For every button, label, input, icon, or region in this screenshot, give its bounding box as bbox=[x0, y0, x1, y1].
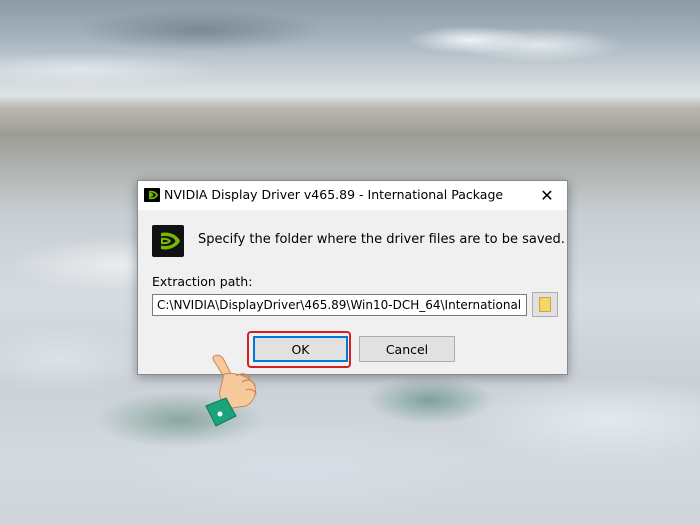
extraction-path-label: Extraction path: bbox=[152, 274, 253, 289]
browse-folder-button[interactable] bbox=[532, 292, 558, 317]
nvidia-extract-dialog: NVIDIA Display Driver v465.89 - Internat… bbox=[137, 180, 568, 375]
dialog-titlebar[interactable]: NVIDIA Display Driver v465.89 - Internat… bbox=[138, 181, 567, 210]
dialog-message: Specify the folder where the driver file… bbox=[198, 232, 565, 247]
wallpaper-sky bbox=[0, 0, 700, 100]
pointing-hand-icon bbox=[196, 350, 276, 430]
nvidia-logo-icon bbox=[152, 225, 184, 257]
nvidia-title-icon bbox=[144, 188, 160, 202]
close-icon: ✕ bbox=[540, 186, 554, 205]
folder-icon bbox=[539, 297, 551, 312]
dialog-title: NVIDIA Display Driver v465.89 - Internat… bbox=[164, 187, 504, 202]
extraction-path-input[interactable]: C:\NVIDIA\DisplayDriver\465.89\Win10-DCH… bbox=[152, 294, 527, 316]
cancel-button[interactable]: Cancel bbox=[359, 336, 455, 362]
close-button[interactable]: ✕ bbox=[527, 181, 567, 210]
